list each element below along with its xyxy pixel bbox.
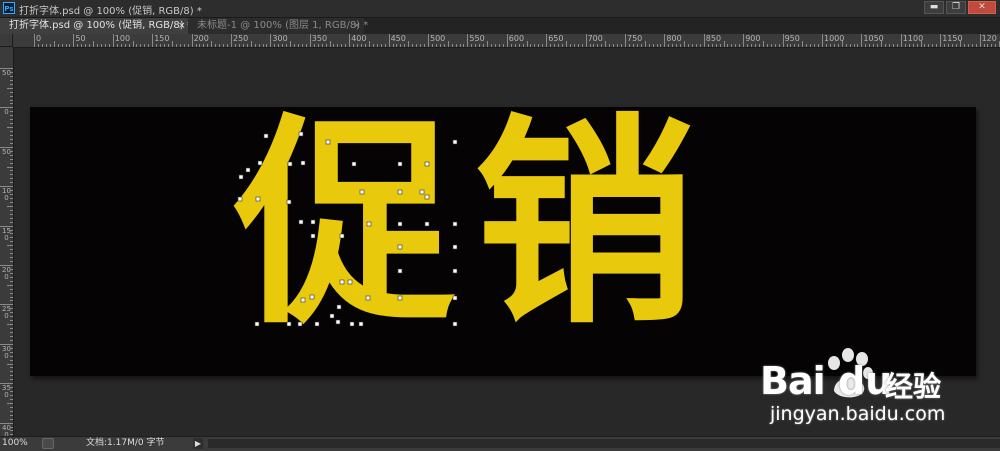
baidu-watermark: Bai du 经验 jingyan.baidu.com [760, 345, 1000, 435]
watermark-brand-jingyan: 经验 [885, 370, 942, 403]
document-status-icon[interactable] [42, 438, 54, 449]
zoom-level-field[interactable]: 100% [2, 438, 36, 449]
watermark-brand-bai: Bai [760, 359, 826, 403]
status-bar: 100% 文档:1.17M/0 字节 ▶ [0, 436, 1000, 451]
document-info: 文档:1.17M/0 字节 [86, 438, 165, 448]
status-menu-arrow-icon[interactable]: ▶ [193, 438, 203, 449]
horizontal-scrollbar[interactable] [208, 439, 1000, 448]
watermark-url: jingyan.baidu.com [770, 403, 946, 425]
